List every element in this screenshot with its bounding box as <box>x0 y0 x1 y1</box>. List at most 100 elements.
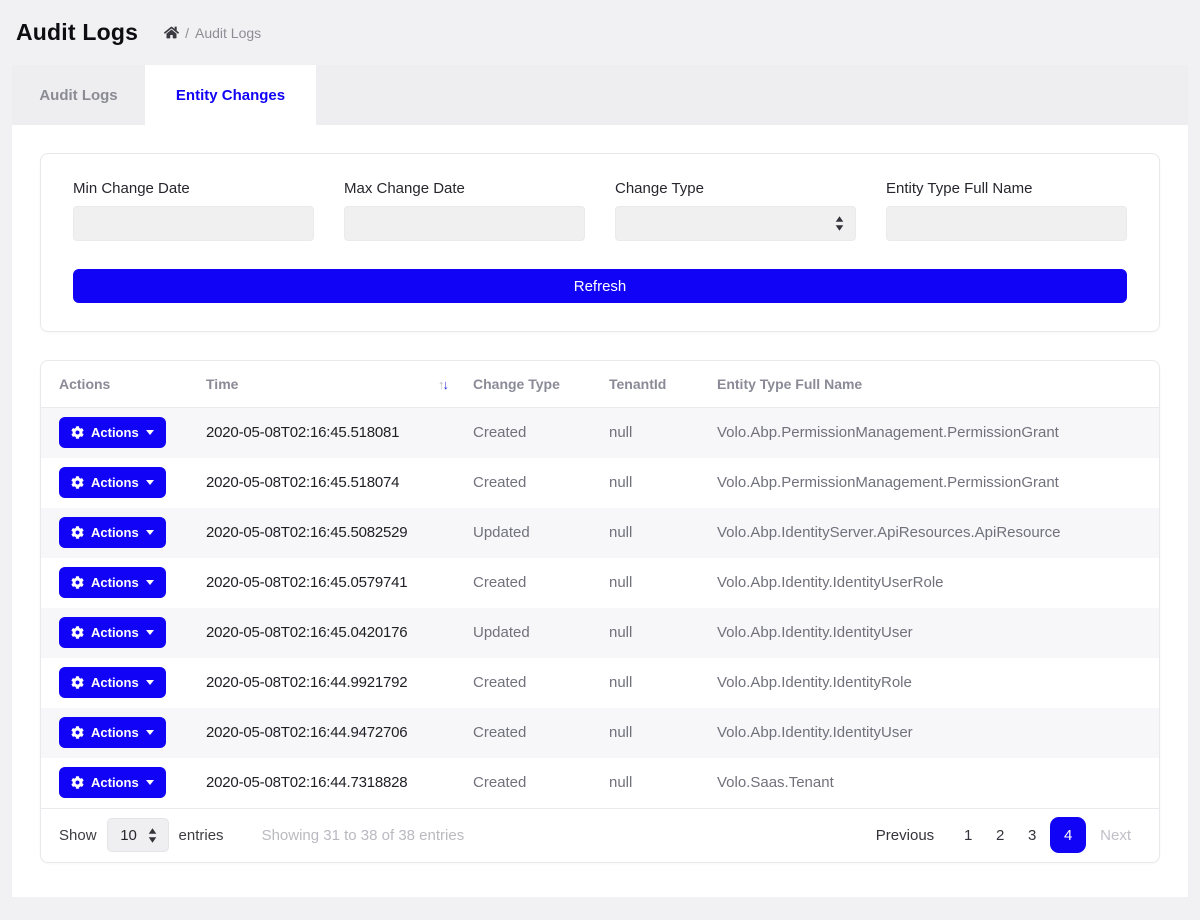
row-actions-label: Actions <box>91 575 139 590</box>
gear-icon <box>71 726 84 739</box>
time-cell: 2020-05-08T02:16:44.7318828 <box>206 758 473 808</box>
page-header: Audit Logs / Audit Logs <box>0 0 1200 65</box>
entity-type-cell: Volo.Saas.Tenant <box>717 758 1159 808</box>
time-cell: 2020-05-08T02:16:45.518081 <box>206 408 473 458</box>
entity-type-full-name-label: Entity Type Full Name <box>886 180 1127 197</box>
min-change-date-label: Min Change Date <box>73 180 314 197</box>
change-type-cell: Created <box>473 758 609 808</box>
tenant-id-cell: null <box>609 608 717 658</box>
gear-icon <box>71 526 84 539</box>
entity-changes-table: Actions Time ↑↓ Change Type TenantId Ent… <box>41 361 1159 808</box>
pagination-next[interactable]: Next <box>1090 821 1141 850</box>
pagination-page-2[interactable]: 2 <box>986 821 1014 850</box>
row-actions-button[interactable]: Actions <box>59 717 166 748</box>
max-change-date-input[interactable] <box>344 206 585 241</box>
row-actions-label: Actions <box>91 775 139 790</box>
table-row: Actions2020-05-08T02:16:45.5082529Update… <box>41 508 1159 558</box>
pagination-page-3[interactable]: 3 <box>1018 821 1046 850</box>
breadcrumb-current: Audit Logs <box>195 25 261 41</box>
table-row: Actions2020-05-08T02:16:44.9921792Create… <box>41 658 1159 708</box>
tenant-id-cell: null <box>609 558 717 608</box>
sort-icon[interactable]: ↑↓ <box>438 377 447 392</box>
row-actions-button[interactable]: Actions <box>59 567 166 598</box>
row-actions-button[interactable]: Actions <box>59 517 166 548</box>
row-actions-button[interactable]: Actions <box>59 667 166 698</box>
entity-type-cell: Volo.Abp.Identity.IdentityRole <box>717 658 1159 708</box>
row-actions-label: Actions <box>91 525 139 540</box>
actions-cell: Actions <box>41 658 206 708</box>
caret-down-icon <box>146 530 154 535</box>
tenant-id-cell: null <box>609 758 717 808</box>
row-actions-label: Actions <box>91 675 139 690</box>
column-header-actions: Actions <box>41 361 206 408</box>
actions-cell: Actions <box>41 608 206 658</box>
pagination-page-4-active[interactable]: 4 <box>1050 817 1086 853</box>
tenant-id-cell: null <box>609 708 717 758</box>
gear-icon <box>71 576 84 589</box>
tab-strip: Audit Logs Entity Changes <box>12 65 1188 125</box>
table-row: Actions2020-05-08T02:16:45.0420176Update… <box>41 608 1159 658</box>
tenant-id-cell: null <box>609 458 717 508</box>
row-actions-button[interactable]: Actions <box>59 617 166 648</box>
actions-cell: Actions <box>41 758 206 808</box>
breadcrumb-separator: / <box>185 25 189 41</box>
change-type-cell: Created <box>473 458 609 508</box>
row-actions-button[interactable]: Actions <box>59 467 166 498</box>
pagination: Previous 1 2 3 4 Next <box>866 817 1141 853</box>
gear-icon <box>71 626 84 639</box>
column-header-tenant-id: TenantId <box>609 361 717 408</box>
tab-entity-changes[interactable]: Entity Changes <box>145 65 316 125</box>
tab-audit-logs[interactable]: Audit Logs <box>12 65 145 125</box>
page-title: Audit Logs <box>16 19 138 46</box>
table-row: Actions2020-05-08T02:16:45.518081Created… <box>41 408 1159 458</box>
table-row: Actions 2020-05-08T02:16:44.7318828Create… <box>41 758 1159 808</box>
row-actions-label: Actions <box>91 425 139 440</box>
gear-icon <box>71 426 84 439</box>
actions-cell: Actions <box>41 508 206 558</box>
table-header-row: Actions Time ↑↓ Change Type TenantId Ent… <box>41 361 1159 408</box>
pagination-page-1[interactable]: 1 <box>954 821 982 850</box>
time-cell: 2020-05-08T02:16:44.9472706 <box>206 708 473 758</box>
max-change-date-label: Max Change Date <box>344 180 585 197</box>
entity-type-cell: Volo.Abp.PermissionManagement.Permission… <box>717 458 1159 508</box>
row-actions-button[interactable]: Actions <box>59 767 166 798</box>
filter-max-change-date: Max Change Date <box>344 180 585 241</box>
showing-entries-status: Showing 31 to 38 of 38 entries <box>262 827 465 844</box>
filter-change-type: Change Type <box>615 180 856 241</box>
tenant-id-cell: null <box>609 508 717 558</box>
entity-type-cell: Volo.Abp.IdentityServer.ApiResources.Api… <box>717 508 1159 558</box>
row-actions-label: Actions <box>91 475 139 490</box>
table-footer: Show 10 entries Showing 31 to 38 of 38 e… <box>41 808 1159 862</box>
change-type-cell: Created <box>473 658 609 708</box>
refresh-button[interactable]: Refresh <box>73 269 1127 303</box>
entries-label: entries <box>179 827 224 844</box>
home-icon[interactable] <box>164 25 179 40</box>
change-type-cell: Created <box>473 558 609 608</box>
min-change-date-input[interactable] <box>73 206 314 241</box>
filter-card: Min Change Date Max Change Date Change T… <box>40 153 1160 332</box>
table-row: Actions2020-05-08T02:16:45.0579741Create… <box>41 558 1159 608</box>
change-type-cell: Updated <box>473 608 609 658</box>
actions-cell: Actions <box>41 558 206 608</box>
caret-down-icon <box>146 630 154 635</box>
caret-down-icon <box>146 580 154 585</box>
filter-min-change-date: Min Change Date <box>73 180 314 241</box>
entity-type-cell: Volo.Abp.Identity.IdentityUser <box>717 608 1159 658</box>
show-label: Show <box>59 827 97 844</box>
page-size-select[interactable]: 10 <box>107 818 169 852</box>
caret-down-icon <box>146 480 154 485</box>
actions-cell: Actions <box>41 708 206 758</box>
change-type-label: Change Type <box>615 180 856 197</box>
entity-type-full-name-input[interactable] <box>886 206 1127 241</box>
row-actions-button[interactable]: Actions <box>59 417 166 448</box>
entity-type-cell: Volo.Abp.PermissionManagement.Permission… <box>717 408 1159 458</box>
tenant-id-cell: null <box>609 408 717 458</box>
caret-down-icon <box>146 430 154 435</box>
column-header-entity-type: Entity Type Full Name <box>717 361 1159 408</box>
change-type-select[interactable] <box>615 206 856 241</box>
column-header-time[interactable]: Time ↑↓ <box>206 361 473 408</box>
breadcrumb: / Audit Logs <box>164 25 261 41</box>
change-type-cell: Created <box>473 708 609 758</box>
gear-icon <box>71 676 84 689</box>
pagination-previous[interactable]: Previous <box>866 821 944 850</box>
